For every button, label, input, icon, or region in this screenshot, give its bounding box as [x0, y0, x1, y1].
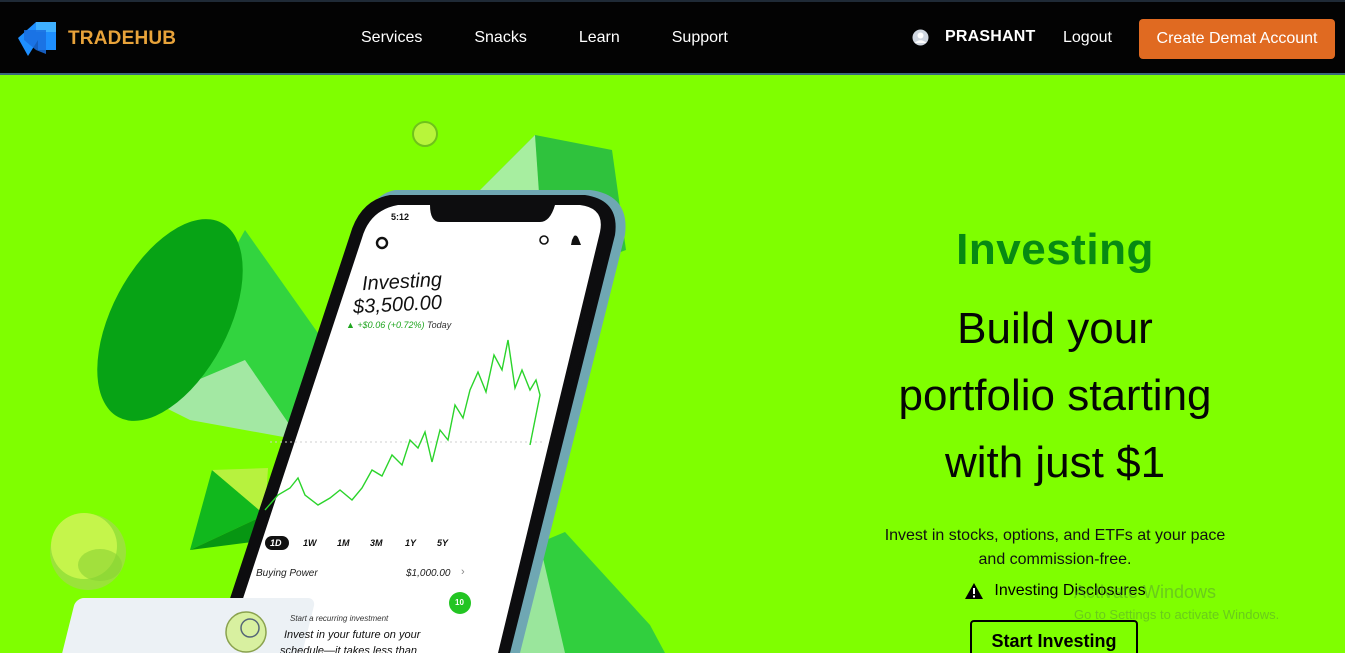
start-investing-button[interactable]: Start Investing	[970, 620, 1138, 653]
user-avatar-icon	[912, 29, 929, 45]
create-demat-account-button[interactable]: Create Demat Account	[1139, 19, 1335, 59]
user-name: PRASHANT	[945, 28, 1036, 45]
range-1y[interactable]: 1Y	[405, 538, 416, 548]
range-1d[interactable]: 1D	[270, 538, 282, 548]
phone-change-period: Today	[427, 320, 452, 330]
hero-headline: Build your portfolio starting with just …	[860, 295, 1250, 496]
range-5y[interactable]: 5Y	[437, 538, 448, 548]
card-text: Invest in your future on your	[284, 629, 421, 641]
headline-line-1: Build your	[957, 304, 1153, 353]
warning-icon	[965, 583, 984, 599]
buying-power-chevron-icon: ›	[461, 566, 465, 578]
card-title: Start a recurring investment	[290, 614, 389, 623]
watermark-title: Activate Windows	[1074, 582, 1217, 602]
phone-amount: $3,500.00	[352, 291, 443, 319]
range-3m[interactable]: 3M	[370, 538, 383, 548]
buying-power-label: Buying Power	[256, 568, 318, 579]
activate-windows-watermark: Activate Windows Go to Settings to activ…	[1074, 582, 1279, 622]
buying-power-value: $1,000.00	[406, 568, 451, 579]
card-text-2: schedule—it takes less than	[280, 645, 417, 653]
subtext-line-2: and commission-free.	[978, 551, 1132, 568]
hero-subtext: Invest in stocks, options, and ETFs at y…	[860, 524, 1250, 572]
phone-screen-text: 5:12 Investing $3,500.00 ▲ +$0.06 (+0.72…	[0, 0, 760, 653]
phone-time: 5:12	[391, 212, 410, 222]
phone-change-value: +$0.06 (+0.72%)	[357, 320, 425, 330]
hero-text: Investing Build your portfolio starting …	[860, 225, 1250, 600]
logout-link[interactable]: Logout	[1063, 29, 1112, 47]
user-profile[interactable]: PRASHANT	[912, 28, 1036, 46]
headline-line-3: with just $1	[944, 438, 1166, 487]
range-1m[interactable]: 1M	[337, 538, 350, 548]
range-1w[interactable]: 1W	[303, 538, 317, 548]
phone-change: ▲ +$0.06 (+0.72%) Today	[346, 320, 452, 330]
headline-line-2: portfolio starting	[898, 371, 1212, 420]
hero-eyebrow: Investing	[956, 225, 1154, 274]
card-badge: 10	[455, 598, 464, 607]
watermark-subtitle: Go to Settings to activate Windows.	[1074, 607, 1280, 622]
subtext-line-1: Invest in stocks, options, and ETFs at y…	[884, 527, 1226, 544]
